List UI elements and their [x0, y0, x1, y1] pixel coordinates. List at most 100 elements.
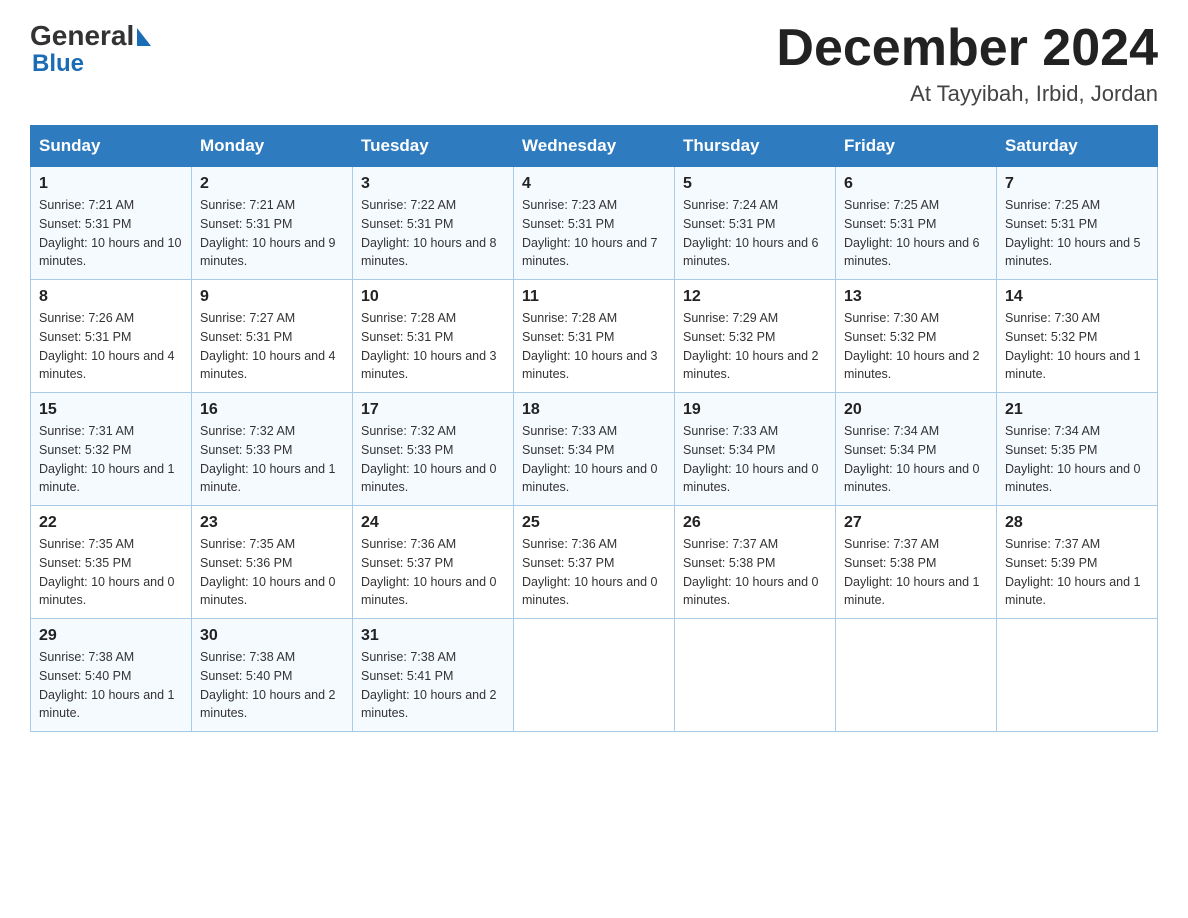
day-number: 6: [844, 175, 988, 193]
day-number: 5: [683, 175, 827, 193]
day-number: 17: [361, 401, 505, 419]
day-number: 27: [844, 514, 988, 532]
day-info: Sunrise: 7:36 AMSunset: 5:37 PMDaylight:…: [361, 535, 505, 610]
calendar-cell: 7 Sunrise: 7:25 AMSunset: 5:31 PMDaylight…: [997, 167, 1158, 280]
week-row-4: 22 Sunrise: 7:35 AMSunset: 5:35 PMDayligh…: [31, 506, 1158, 619]
day-info: Sunrise: 7:38 AMSunset: 5:40 PMDaylight:…: [200, 648, 344, 723]
day-info: Sunrise: 7:26 AMSunset: 5:31 PMDaylight:…: [39, 309, 183, 384]
calendar-cell: 1 Sunrise: 7:21 AMSunset: 5:31 PMDaylight…: [31, 167, 192, 280]
day-info: Sunrise: 7:21 AMSunset: 5:31 PMDaylight:…: [39, 196, 183, 271]
calendar-cell: 9Sunrise: 7:27 AMSunset: 5:31 PMDaylight…: [192, 280, 353, 393]
col-header-friday: Friday: [836, 126, 997, 167]
week-row-2: 8 Sunrise: 7:26 AMSunset: 5:31 PMDaylight…: [31, 280, 1158, 393]
calendar-header-row: SundayMondayTuesdayWednesdayThursdayFrid…: [31, 126, 1158, 167]
day-info: Sunrise: 7:38 AMSunset: 5:41 PMDaylight:…: [361, 648, 505, 723]
week-row-5: 29Sunrise: 7:38 AMSunset: 5:40 PMDayligh…: [31, 619, 1158, 732]
day-number: 24: [361, 514, 505, 532]
day-number: 30: [200, 627, 344, 645]
calendar-cell: 28Sunrise: 7:37 AMSunset: 5:39 PMDayligh…: [997, 506, 1158, 619]
calendar-cell: 29Sunrise: 7:38 AMSunset: 5:40 PMDayligh…: [31, 619, 192, 732]
day-number: 28: [1005, 514, 1149, 532]
logo-blue-text: Blue: [32, 52, 151, 76]
col-header-monday: Monday: [192, 126, 353, 167]
calendar-cell: 27 Sunrise: 7:37 AMSunset: 5:38 PMDayligh…: [836, 506, 997, 619]
calendar-cell: [997, 619, 1158, 732]
day-number: 7: [1005, 175, 1149, 193]
calendar-cell: [514, 619, 675, 732]
title-area: December 2024 At Tayyibah, Irbid, Jordan: [776, 20, 1158, 107]
day-info: Sunrise: 7:37 AMSunset: 5:38 PMDaylight:…: [844, 535, 988, 610]
day-info: Sunrise: 7:25 AMSunset: 5:31 PMDaylight:…: [1005, 196, 1149, 271]
calendar-cell: 13 Sunrise: 7:30 AMSunset: 5:32 PMDayligh…: [836, 280, 997, 393]
day-number: 10: [361, 288, 505, 306]
day-number: 13: [844, 288, 988, 306]
day-number: 1: [39, 175, 183, 193]
calendar-cell: 24 Sunrise: 7:36 AMSunset: 5:37 PMDayligh…: [353, 506, 514, 619]
day-info: Sunrise: 7:27 AMSunset: 5:31 PMDaylight:…: [200, 309, 344, 384]
week-row-3: 15 Sunrise: 7:31 AMSunset: 5:32 PMDayligh…: [31, 393, 1158, 506]
calendar-cell: 26Sunrise: 7:37 AMSunset: 5:38 PMDayligh…: [675, 506, 836, 619]
calendar-cell: 17 Sunrise: 7:32 AMSunset: 5:33 PMDayligh…: [353, 393, 514, 506]
day-info: Sunrise: 7:33 AMSunset: 5:34 PMDaylight:…: [522, 422, 666, 497]
day-number: 22: [39, 514, 183, 532]
calendar-cell: 15 Sunrise: 7:31 AMSunset: 5:32 PMDayligh…: [31, 393, 192, 506]
week-row-1: 1 Sunrise: 7:21 AMSunset: 5:31 PMDaylight…: [31, 167, 1158, 280]
day-number: 23: [200, 514, 344, 532]
day-number: 31: [361, 627, 505, 645]
calendar-cell: 22 Sunrise: 7:35 AMSunset: 5:35 PMDayligh…: [31, 506, 192, 619]
day-number: 3: [361, 175, 505, 193]
day-number: 25: [522, 514, 666, 532]
logo: General Blue: [30, 20, 151, 76]
calendar-cell: 8 Sunrise: 7:26 AMSunset: 5:31 PMDaylight…: [31, 280, 192, 393]
calendar-cell: 4 Sunrise: 7:23 AMSunset: 5:31 PMDaylight…: [514, 167, 675, 280]
day-number: 19: [683, 401, 827, 419]
calendar-cell: 23 Sunrise: 7:35 AMSunset: 5:36 PMDayligh…: [192, 506, 353, 619]
calendar-body: 1 Sunrise: 7:21 AMSunset: 5:31 PMDaylight…: [31, 167, 1158, 732]
day-info: Sunrise: 7:35 AMSunset: 5:35 PMDaylight:…: [39, 535, 183, 610]
col-header-thursday: Thursday: [675, 126, 836, 167]
day-info: Sunrise: 7:23 AMSunset: 5:31 PMDaylight:…: [522, 196, 666, 271]
calendar-cell: 21 Sunrise: 7:34 AMSunset: 5:35 PMDayligh…: [997, 393, 1158, 506]
day-info: Sunrise: 7:30 AMSunset: 5:32 PMDaylight:…: [1005, 309, 1149, 384]
day-info: Sunrise: 7:32 AMSunset: 5:33 PMDaylight:…: [200, 422, 344, 497]
calendar-cell: 30 Sunrise: 7:38 AMSunset: 5:40 PMDayligh…: [192, 619, 353, 732]
day-info: Sunrise: 7:29 AMSunset: 5:32 PMDaylight:…: [683, 309, 827, 384]
calendar-cell: 12 Sunrise: 7:29 AMSunset: 5:32 PMDayligh…: [675, 280, 836, 393]
day-info: Sunrise: 7:36 AMSunset: 5:37 PMDaylight:…: [522, 535, 666, 610]
day-info: Sunrise: 7:32 AMSunset: 5:33 PMDaylight:…: [361, 422, 505, 497]
day-info: Sunrise: 7:30 AMSunset: 5:32 PMDaylight:…: [844, 309, 988, 384]
day-info: Sunrise: 7:28 AMSunset: 5:31 PMDaylight:…: [361, 309, 505, 384]
calendar-cell: [675, 619, 836, 732]
day-info: Sunrise: 7:37 AMSunset: 5:38 PMDaylight:…: [683, 535, 827, 610]
calendar-cell: 31 Sunrise: 7:38 AMSunset: 5:41 PMDayligh…: [353, 619, 514, 732]
day-number: 8: [39, 288, 183, 306]
day-info: Sunrise: 7:22 AMSunset: 5:31 PMDaylight:…: [361, 196, 505, 271]
day-number: 12: [683, 288, 827, 306]
calendar-cell: 5Sunrise: 7:24 AMSunset: 5:31 PMDaylight…: [675, 167, 836, 280]
calendar-cell: 16Sunrise: 7:32 AMSunset: 5:33 PMDayligh…: [192, 393, 353, 506]
day-number: 14: [1005, 288, 1149, 306]
calendar-cell: 10 Sunrise: 7:28 AMSunset: 5:31 PMDayligh…: [353, 280, 514, 393]
day-info: Sunrise: 7:21 AMSunset: 5:31 PMDaylight:…: [200, 196, 344, 271]
col-header-tuesday: Tuesday: [353, 126, 514, 167]
day-number: 11: [522, 288, 666, 306]
calendar-cell: 18 Sunrise: 7:33 AMSunset: 5:34 PMDayligh…: [514, 393, 675, 506]
day-info: Sunrise: 7:31 AMSunset: 5:32 PMDaylight:…: [39, 422, 183, 497]
page-header: General Blue December 2024 At Tayyibah, …: [30, 20, 1158, 107]
day-number: 21: [1005, 401, 1149, 419]
day-info: Sunrise: 7:34 AMSunset: 5:34 PMDaylight:…: [844, 422, 988, 497]
day-number: 20: [844, 401, 988, 419]
day-info: Sunrise: 7:25 AMSunset: 5:31 PMDaylight:…: [844, 196, 988, 271]
calendar-cell: [836, 619, 997, 732]
calendar-cell: 14 Sunrise: 7:30 AMSunset: 5:32 PMDayligh…: [997, 280, 1158, 393]
day-number: 18: [522, 401, 666, 419]
calendar-cell: 11Sunrise: 7:28 AMSunset: 5:31 PMDayligh…: [514, 280, 675, 393]
calendar-cell: 2Sunrise: 7:21 AMSunset: 5:31 PMDaylight…: [192, 167, 353, 280]
day-info: Sunrise: 7:33 AMSunset: 5:34 PMDaylight:…: [683, 422, 827, 497]
day-info: Sunrise: 7:38 AMSunset: 5:40 PMDaylight:…: [39, 648, 183, 723]
location-text: At Tayyibah, Irbid, Jordan: [776, 81, 1158, 107]
day-info: Sunrise: 7:35 AMSunset: 5:36 PMDaylight:…: [200, 535, 344, 610]
day-info: Sunrise: 7:34 AMSunset: 5:35 PMDaylight:…: [1005, 422, 1149, 497]
day-number: 15: [39, 401, 183, 419]
day-number: 4: [522, 175, 666, 193]
